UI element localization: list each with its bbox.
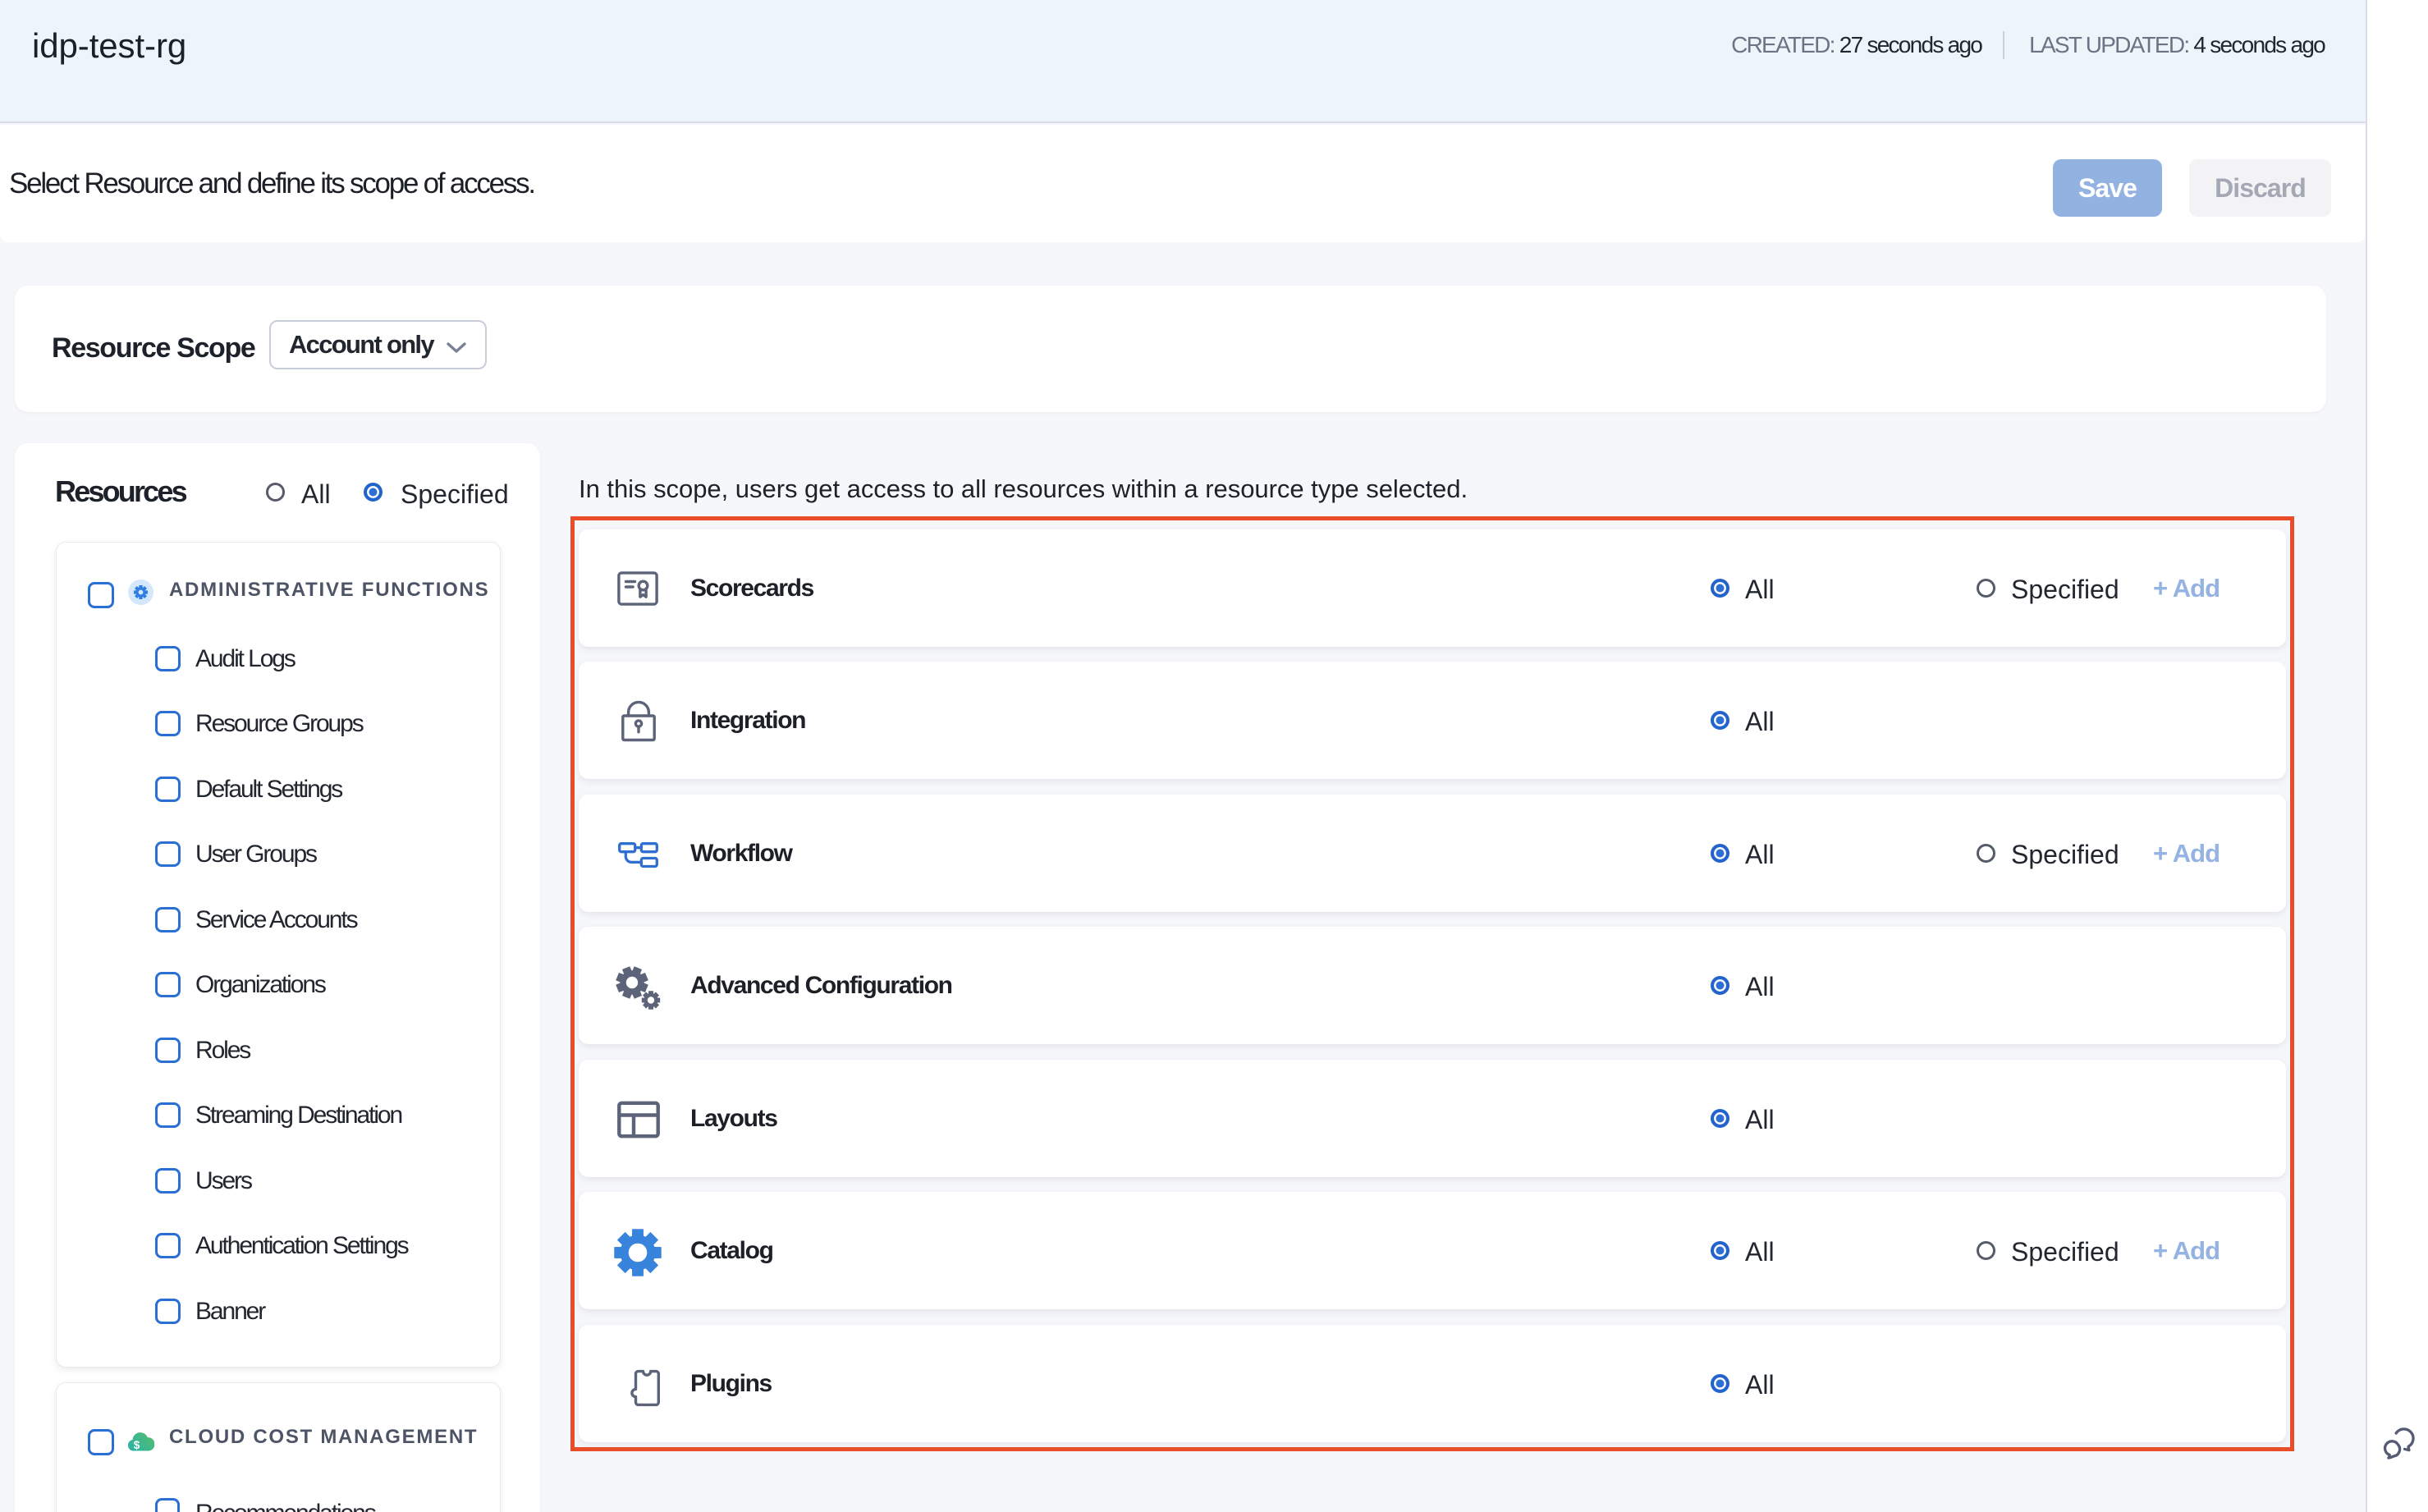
svg-text:$: $	[134, 1439, 140, 1451]
